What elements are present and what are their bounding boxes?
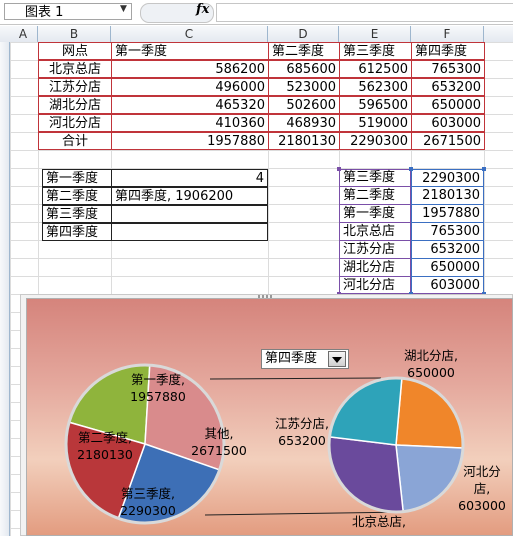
source-label[interactable]: 第二季度 [340,187,411,205]
header-cell[interactable]: 第四季度 [411,42,485,60]
total-cell[interactable]: 2290300 [339,132,412,150]
data-label-q1: 第一季度, 1957880 [130,372,186,404]
table-cell[interactable]: 496000 [111,78,269,96]
source-value[interactable]: 650000 [411,259,484,277]
table-cell[interactable]: 523000 [268,78,340,96]
formula-bar: 图表 1 ▼ fx [0,0,513,25]
column-header-e[interactable]: E [339,26,411,42]
table-cell[interactable]: 北京总店 [38,60,112,78]
data-label-jiangsu: 江苏分店, 653200 [275,416,329,448]
source-value[interactable]: 653200 [411,241,484,259]
insert-function-icon[interactable]: fx [196,2,209,17]
dropdown-button[interactable] [328,351,346,367]
lookup-value[interactable] [111,205,268,223]
table-cell[interactable]: 465320 [111,96,269,114]
table-cell[interactable]: 江苏分店 [38,78,112,96]
lookup-label[interactable]: 第一季度 [42,169,112,187]
source-value[interactable]: 1957880 [411,205,484,223]
quarter-dropdown[interactable]: 第四季度 [261,349,349,369]
table-cell[interactable]: 湖北分店 [38,96,112,114]
source-label[interactable]: 湖北分店 [340,259,411,277]
pie-slice-hubei[interactable] [395,377,464,449]
range-handle[interactable] [482,167,486,171]
total-label[interactable]: 合计 [38,132,112,150]
chevron-down-icon[interactable]: ▼ [120,4,127,14]
total-cell[interactable]: 2180130 [268,132,340,150]
row-headers[interactable] [0,42,10,536]
source-label[interactable]: 第三季度 [340,169,411,187]
column-headers: A B C D E F [0,26,513,43]
lookup-value[interactable] [111,223,268,241]
header-cell[interactable]: 第一季度 [111,42,269,60]
source-value[interactable]: 2290300 [411,169,484,187]
column-header-b[interactable]: B [38,26,111,42]
data-label-q3: 第三季度, 2290300 [120,486,176,518]
lookup-label[interactable]: 第四季度 [42,223,112,241]
column-header-d[interactable]: D [268,26,339,42]
source-value[interactable]: 2180130 [411,187,484,205]
data-label-hubei: 湖北分店, 650000 [404,348,458,380]
data-label-other: 其他, 2671500 [191,426,247,458]
quarter-dropdown-value: 第四季度 [265,351,318,366]
lookup-label[interactable]: 第二季度 [42,187,112,205]
data-label-q2: 第二季度, 2180130 [77,430,133,462]
column-header-f[interactable]: F [411,26,484,42]
table-cell[interactable]: 765300 [411,60,485,78]
table-cell[interactable]: 650000 [411,96,485,114]
pie-of-pie-chart[interactable]: 第一季度, 1957880 其他, 2671500 第三季度, 2290300 第二季… [26,298,513,536]
lookup-label[interactable]: 第三季度 [42,205,112,223]
source-label[interactable]: 江苏分店 [340,241,411,259]
column-header-a[interactable]: A [9,26,38,42]
table-cell[interactable]: 468930 [268,114,340,132]
header-cell[interactable]: 网点 [38,42,112,60]
table-cell[interactable]: 612500 [339,60,412,78]
total-cell[interactable]: 1957880 [111,132,269,150]
table-cell[interactable]: 519000 [339,114,412,132]
source-label[interactable]: 第一季度 [340,205,411,223]
range-handle[interactable] [409,167,413,171]
table-cell[interactable]: 502600 [268,96,340,114]
chevron-down-icon [332,357,342,363]
header-cell[interactable]: 第三季度 [339,42,412,60]
table-cell[interactable]: 410360 [111,114,269,132]
data-label-hebei: 河北分 店, 603000 [458,464,506,513]
lookup-value[interactable]: 第四季度, 1906200 [111,187,268,205]
range-handle[interactable] [337,167,341,171]
source-value[interactable]: 603000 [411,277,484,295]
formula-input[interactable] [216,3,513,22]
table-cell[interactable]: 653200 [411,78,485,96]
table-cell[interactable]: 562300 [339,78,412,96]
table-cell[interactable]: 603000 [411,114,485,132]
header-cell[interactable]: 第二季度 [268,42,340,60]
source-label[interactable]: 北京总店 [340,223,411,241]
secondary-pie [327,376,465,514]
table-cell[interactable]: 596500 [339,96,412,114]
source-label[interactable]: 河北分店 [340,277,411,295]
source-value[interactable]: 765300 [411,223,484,241]
connector-line-top [209,377,382,380]
lookup-value[interactable]: 4 [111,169,268,187]
column-header-c[interactable]: C [111,26,268,42]
pie-slice-beijing[interactable] [328,436,405,513]
table-cell[interactable]: 685600 [268,60,340,78]
total-cell[interactable]: 2671500 [411,132,485,150]
table-cell[interactable]: 586200 [111,60,269,78]
name-box[interactable]: 图表 1 [4,3,132,20]
table-cell[interactable]: 河北分店 [38,114,112,132]
data-label-beijing: 北京总店, [352,514,406,529]
pie-slice-jiangsu[interactable] [328,377,403,446]
